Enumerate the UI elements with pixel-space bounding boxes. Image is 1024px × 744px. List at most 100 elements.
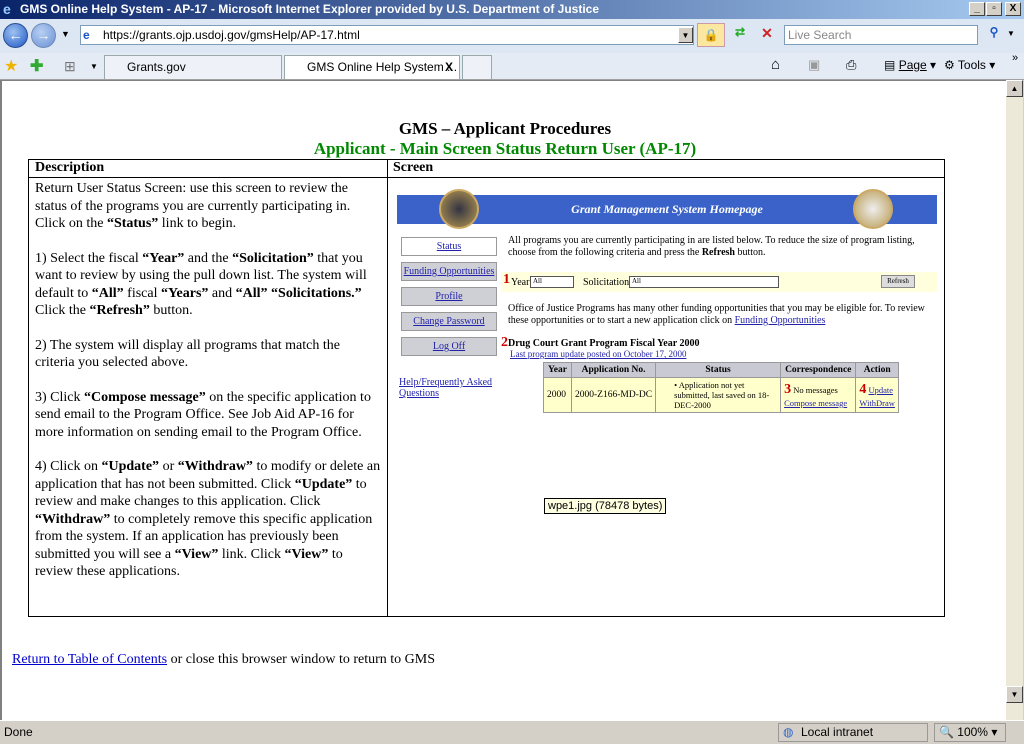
search-icon[interactable]: ⚲ bbox=[983, 25, 1005, 45]
scroll-up-button[interactable]: ▲ bbox=[1006, 80, 1023, 97]
program-title: Drug Court Grant Program Fiscal Year 200… bbox=[508, 338, 700, 349]
cell-status: • Application not yet submitted, last sa… bbox=[655, 377, 782, 413]
marker-4: 4 bbox=[859, 382, 867, 397]
ie-logo-icon: e bbox=[3, 1, 11, 17]
lock-icon[interactable]: 🔒 bbox=[697, 23, 725, 47]
zone-indicator: ◍ Local intranet bbox=[778, 723, 928, 742]
text-run: link. Click bbox=[218, 546, 285, 562]
text-run: “All” “Solicitations.” bbox=[235, 285, 362, 301]
close-button[interactable]: X bbox=[1005, 2, 1021, 16]
update-link: Update bbox=[868, 385, 894, 395]
page-subtitle: Applicant - Main Screen Status Return Us… bbox=[313, 139, 697, 158]
zoom-control[interactable]: 🔍 100% ▾ bbox=[934, 723, 1006, 742]
text-run: “Withdraw” bbox=[177, 459, 253, 474]
text-run: “Withdraw” bbox=[35, 511, 111, 527]
address-dropdown-icon[interactable]: ▼ bbox=[678, 27, 693, 43]
text-run: “Status” bbox=[106, 216, 159, 231]
text-run: 1) Select the fiscal bbox=[35, 250, 143, 266]
search-input[interactable]: Live Search bbox=[784, 25, 978, 45]
description-step: Return User Status Screen: use this scre… bbox=[35, 180, 381, 233]
quick-tabs-icon[interactable]: ⊞ bbox=[64, 58, 76, 75]
th: Year bbox=[543, 362, 572, 378]
vertical-scrollbar[interactable]: ▲ ▼ bbox=[1006, 80, 1023, 720]
status-text: Done bbox=[4, 725, 33, 739]
solicitation-label: Solicitation bbox=[583, 277, 630, 288]
withdraw-link: WithDraw bbox=[859, 398, 895, 408]
description-step: 3) Click “Compose message” on the specif… bbox=[35, 389, 381, 442]
history-dropdown-icon[interactable]: ▼ bbox=[61, 29, 70, 39]
stop-icon[interactable]: ✕ bbox=[756, 25, 778, 45]
no-messages: No messages bbox=[793, 385, 838, 395]
office-text: Office of Justice Programs has many othe… bbox=[508, 303, 925, 326]
text-run: 4) Click on bbox=[35, 459, 102, 474]
home-icon[interactable]: ⌂ bbox=[771, 56, 780, 73]
add-favorites-icon[interactable]: ✚ bbox=[30, 56, 43, 76]
minimize-button[interactable]: _ bbox=[969, 2, 985, 16]
procedure-table: Description Screen Return User Status Sc… bbox=[28, 159, 945, 617]
text-run: “Update” bbox=[294, 476, 353, 492]
page-title: GMS – Applicant Procedures bbox=[398, 119, 612, 138]
print-icon[interactable]: ⎙ bbox=[846, 57, 856, 73]
gear-icon: ⚙ bbox=[944, 58, 955, 72]
title-bar: GMS Online Help System - AP-17 - Microso… bbox=[0, 0, 1024, 19]
description-step: 1) Select the fiscal “Year” and the “Sol… bbox=[35, 250, 381, 320]
status-text: Application not yet submitted, last save… bbox=[674, 380, 770, 410]
marker-3: 3 bbox=[784, 382, 792, 397]
tools-label: Tools bbox=[957, 58, 986, 72]
text-run: “Solicitation” bbox=[232, 250, 314, 266]
cell-action: 4 Update WithDraw bbox=[855, 377, 899, 413]
new-tab-button[interactable] bbox=[462, 55, 492, 79]
nav-change-password: Change Password bbox=[401, 312, 497, 331]
page-menu[interactable]: ▤ Page ▾ bbox=[884, 58, 936, 72]
search-placeholder: Live Search bbox=[788, 28, 852, 42]
tab-gms-help[interactable]: GMS Online Help System ... X bbox=[284, 55, 460, 79]
office-link: Funding Opportunities bbox=[734, 315, 826, 326]
page-label: Page bbox=[898, 58, 927, 72]
nav-profile: Profile bbox=[401, 287, 497, 306]
maximize-button[interactable]: ▫ bbox=[986, 2, 1002, 16]
page-icon: e bbox=[83, 28, 90, 42]
zone-label: Local intranet bbox=[801, 725, 874, 739]
back-button[interactable]: ← bbox=[3, 23, 28, 48]
chevron-more-icon[interactable]: » bbox=[1012, 52, 1018, 64]
cell-correspondence: 3 No messages Compose message bbox=[780, 377, 857, 413]
doj-seal-icon bbox=[439, 189, 479, 229]
favorites-star-icon[interactable]: ★ bbox=[4, 56, 18, 76]
text-run: or bbox=[159, 459, 178, 474]
tab-label: Grants.gov bbox=[127, 60, 186, 74]
text-run: “View” bbox=[284, 546, 329, 562]
nav-funding: Funding Opportunities bbox=[401, 262, 497, 281]
intro-bold: Refresh bbox=[701, 247, 735, 258]
description-step: 4) Click on “Update” or “Withdraw” to mo… bbox=[35, 458, 381, 581]
scroll-down-button[interactable]: ▼ bbox=[1006, 686, 1023, 703]
page-icon: ▤ bbox=[884, 58, 896, 72]
text-run: button. bbox=[149, 303, 193, 318]
globe-icon: ◍ bbox=[783, 725, 794, 739]
zoom-level: 100% bbox=[957, 725, 988, 739]
text-run: “All” bbox=[91, 285, 124, 301]
solicitation-select: All bbox=[629, 276, 779, 288]
refresh-icon[interactable]: ⇄ bbox=[729, 25, 751, 45]
tab-close-icon[interactable]: X bbox=[445, 56, 453, 78]
feeds-icon[interactable]: ▣ bbox=[808, 57, 820, 73]
page-content: GMS – Applicant Procedures Applicant - M… bbox=[0, 80, 1006, 720]
tab-list-icon[interactable]: ▼ bbox=[90, 62, 98, 71]
tools-menu[interactable]: ⚙ Tools ▾ bbox=[944, 58, 995, 72]
th: Correspondence bbox=[780, 362, 857, 378]
year-select: All bbox=[530, 276, 574, 288]
text-run: “View” bbox=[174, 546, 219, 562]
search-options-icon[interactable]: ▼ bbox=[1007, 29, 1015, 38]
text-run: 2) The system will display all programs … bbox=[35, 337, 340, 371]
nav-status: Status bbox=[401, 237, 497, 256]
address-bar[interactable]: https://grants.ojp.usdoj.gov/gmsHelp/AP-… bbox=[80, 25, 694, 45]
column-header-screen: Screen bbox=[393, 160, 434, 175]
last-update-link: Last program update posted on October 17… bbox=[510, 349, 687, 359]
th: Application No. bbox=[570, 362, 657, 378]
th: Status bbox=[655, 362, 782, 378]
tab-grants-gov[interactable]: Grants.gov bbox=[104, 55, 282, 79]
screen-image: Grant Management System Homepage Status … bbox=[397, 189, 937, 425]
intro-end: button. bbox=[734, 247, 766, 258]
return-toc-link[interactable]: Return to Table of Contents bbox=[12, 652, 167, 667]
forward-button[interactable]: → bbox=[31, 23, 56, 48]
description-text: Return User Status Screen: use this scre… bbox=[35, 180, 381, 598]
